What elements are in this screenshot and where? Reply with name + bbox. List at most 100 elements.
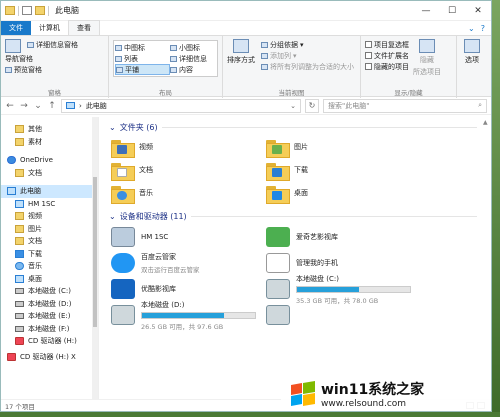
up-arrow-icon[interactable]: ↑	[47, 101, 57, 111]
fit-columns-button[interactable]: 将所有列调整为合适的大小	[261, 61, 354, 72]
file-extensions-toggle[interactable]: 文件扩展名	[365, 50, 409, 61]
sidebar-item-this-pc[interactable]: 此电脑	[1, 185, 98, 198]
content-scrollbar[interactable]: ▲	[481, 117, 491, 399]
refresh-icon[interactable]: ↻	[305, 98, 319, 113]
options-icon	[464, 39, 480, 53]
layout-medium-icons[interactable]: 中图标	[115, 42, 170, 53]
ribbon-help-area: ⌄ ?	[468, 21, 491, 35]
scroll-up-icon[interactable]: ▲	[483, 119, 488, 126]
sidebar-item-drive-e[interactable]: 本地磁盘 (E:)	[1, 310, 98, 323]
checkbox[interactable]	[365, 41, 372, 48]
checkbox[interactable]	[365, 52, 372, 59]
breadcrumb[interactable]: 此电脑	[86, 101, 107, 111]
sidebar-item-materials[interactable]: 素材	[1, 136, 98, 149]
tab-computer[interactable]: 计算机	[31, 21, 68, 35]
sidebar-item-downloads[interactable]: 下载	[1, 248, 98, 261]
new-folder-icon[interactable]	[35, 6, 45, 15]
sidebar-item-documents[interactable]: 文档	[1, 235, 98, 248]
drive-icon	[15, 300, 24, 307]
title-bar: 此电脑 — ☐ ✕	[1, 1, 491, 21]
group-by-button[interactable]: 分组依据 ▾	[261, 39, 354, 50]
nav-pane-icon	[5, 39, 21, 53]
folder-icon	[15, 137, 24, 146]
sidebar-item-drive-f[interactable]: 本地磁盘 (F:)	[1, 323, 98, 336]
sidebar-scrollbar[interactable]	[92, 117, 98, 399]
item-checkboxes-toggle[interactable]: 项目复选框	[365, 39, 409, 50]
baidu-cloud-icon	[111, 253, 135, 273]
sidebar-item-cd-h[interactable]: CD 驱动器 (H:)	[1, 335, 98, 348]
add-columns-button[interactable]: 添加列 ▾	[261, 50, 354, 61]
folder-icon	[15, 168, 24, 177]
folder-music[interactable]: 音乐	[111, 181, 266, 204]
sidebar-item-label: 文档	[28, 237, 42, 246]
sidebar-item-other[interactable]: 其他	[1, 123, 98, 136]
sidebar-item-music[interactable]: 音乐	[1, 260, 98, 273]
device-phone[interactable]: HM 1SC	[111, 224, 266, 250]
cloud-icon	[7, 156, 16, 165]
back-arrow-icon[interactable]: ←	[5, 101, 15, 111]
chevron-down-icon[interactable]: ⌄	[33, 101, 43, 111]
nav-pane-label-row[interactable]: 导航窗格	[5, 53, 104, 64]
chevron-down-icon[interactable]: ⌄	[290, 102, 300, 110]
hidden-items-toggle[interactable]: 隐藏的项目	[365, 61, 409, 72]
close-button[interactable]: ✕	[465, 1, 491, 21]
folder-pictures[interactable]: 图片	[266, 135, 421, 158]
scrollbar-thumb[interactable]	[93, 177, 97, 327]
maximize-button[interactable]: ☐	[439, 1, 465, 21]
device-baidu-cloud[interactable]: 百度云管家 双击运行百度云管家	[111, 250, 266, 276]
sidebar-item-onedrive[interactable]: OneDrive	[1, 154, 98, 167]
tab-file[interactable]: 文件	[1, 21, 31, 35]
sidebar-item-desktop[interactable]: 桌面	[1, 273, 98, 286]
sidebar-item-onedrive-documents[interactable]: 文档	[1, 167, 98, 180]
folder-videos[interactable]: 视频	[111, 135, 266, 158]
pictures-folder-icon	[266, 138, 290, 158]
medium-icons-icon	[115, 44, 122, 51]
tab-view[interactable]: 查看	[68, 20, 100, 35]
nav-pane-button[interactable]	[5, 39, 21, 53]
folder-documents[interactable]: 文档	[111, 158, 266, 181]
sidebar-item-drive-d[interactable]: 本地磁盘 (D:)	[1, 298, 98, 311]
folder-downloads[interactable]: 下载	[266, 158, 421, 181]
section-header-folders[interactable]: ⌄ 文件夹 (6)	[109, 119, 491, 135]
sidebar-item-videos[interactable]: 视频	[1, 210, 98, 223]
drive-e[interactable]	[266, 302, 421, 328]
forward-arrow-icon[interactable]: →	[19, 101, 29, 111]
details-pane-button[interactable]: 详细信息窗格	[27, 39, 78, 50]
minimize-button[interactable]: —	[413, 1, 439, 21]
sidebar-item-drive-c[interactable]: 本地磁盘 (C:)	[1, 285, 98, 298]
chevron-down-icon[interactable]: ⌄	[109, 123, 116, 132]
chevron-down-icon[interactable]: ⌄	[468, 24, 475, 33]
layout-tiles[interactable]: 平铺	[115, 64, 170, 75]
layout-small-icons[interactable]: 小图标	[170, 42, 225, 53]
sort-by-button[interactable]: 排序方式	[227, 39, 255, 72]
device-phone-manager[interactable]: 管理我的手机	[266, 250, 421, 276]
search-input[interactable]: 搜索"此电脑" ⌕	[323, 98, 487, 113]
help-icon[interactable]: ?	[481, 24, 485, 33]
layout-content[interactable]: 内容	[170, 64, 225, 75]
sidebar-item-cd-h-root[interactable]: CD 驱动器 (H:) X	[1, 351, 98, 364]
section-header-devices[interactable]: ⌄ 设备和驱动器 (11)	[109, 208, 491, 224]
device-youku[interactable]: 优酷影视库	[111, 276, 266, 302]
drive-c[interactable]: 本地磁盘 (C:) 35.3 GB 可用，共 78.0 GB	[266, 275, 421, 305]
layout-details[interactable]: 详细信息	[170, 53, 225, 64]
folder-label: 视频	[139, 142, 153, 151]
phone-manager-icon	[266, 253, 290, 273]
search-icon: ⌕	[478, 101, 482, 109]
sidebar-item-label: 素材	[28, 137, 42, 146]
drive-d[interactable]: 本地磁盘 (D:) 26.5 GB 可用，共 97.6 GB	[111, 301, 266, 331]
folder-desktop[interactable]: 桌面	[266, 181, 421, 204]
layout-list[interactable]: 列表	[115, 53, 170, 64]
sidebar-item-pictures[interactable]: 图片	[1, 223, 98, 236]
chevron-down-icon[interactable]: ⌄	[109, 212, 116, 221]
watermark: win11系统之家 www.relsound.com	[281, 377, 491, 411]
folder-label: 文档	[139, 165, 153, 174]
path-field[interactable]: › 此电脑 ⌄	[61, 98, 301, 113]
device-iqiyi[interactable]: 爱奇艺影视库	[266, 224, 421, 250]
group-layout: 中图标 小图标 列表 详细信息 平铺 内容 布局	[109, 36, 223, 98]
sidebar-item-phone[interactable]: HM 1SC	[1, 198, 98, 211]
options-button[interactable]: 选项	[461, 39, 483, 65]
hide-selected-button[interactable]: 隐藏 所选项目	[413, 39, 441, 77]
preview-pane-button[interactable]: 预览窗格	[5, 64, 104, 75]
properties-icon[interactable]	[22, 6, 32, 15]
checkbox[interactable]	[365, 63, 372, 70]
